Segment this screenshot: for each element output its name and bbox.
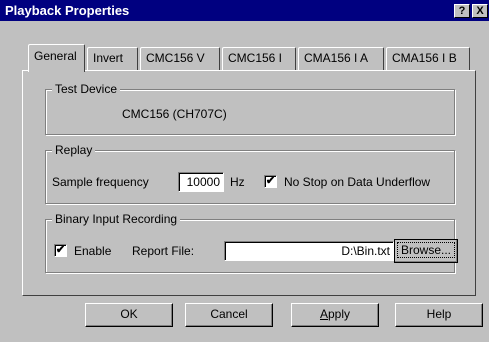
sample-frequency-input[interactable]: 10000: [178, 172, 224, 192]
title-bar[interactable]: Playback Properties ? X: [0, 0, 489, 22]
test-device-group: Test Device CMC156 (CH707C): [45, 82, 455, 135]
test-device-value: CMC156 (CH707C): [122, 107, 227, 121]
enable-label[interactable]: Enable: [74, 244, 111, 258]
tab-cmc156-i[interactable]: CMC156 I: [222, 47, 296, 70]
binary-input-recording-group: Binary Input Recording ✔ Enable Report F…: [45, 212, 458, 273]
apply-button[interactable]: Apply: [291, 303, 379, 327]
close-icon[interactable]: X: [472, 4, 488, 18]
binary-input-group-title: Binary Input Recording: [52, 212, 181, 226]
report-file-label: Report File:: [132, 244, 195, 258]
playback-properties-dialog: Playback Properties ? X General Invert C…: [0, 0, 489, 342]
no-stop-checkbox[interactable]: ✔: [264, 175, 277, 188]
ok-button[interactable]: OK: [85, 303, 173, 327]
tab-invert[interactable]: Invert: [87, 47, 138, 70]
frequency-unit-label: Hz: [230, 175, 245, 189]
no-stop-label[interactable]: No Stop on Data Underflow: [284, 175, 430, 189]
report-file-input[interactable]: D:\Bin.txt: [224, 241, 394, 261]
help-button[interactable]: Help: [395, 303, 483, 327]
apply-label-rest: pply: [328, 307, 351, 321]
tab-cma156-i-a[interactable]: CMA156 I A: [298, 47, 384, 70]
general-tab-panel: Test Device CMC156 (CH707C) Replay Sampl…: [22, 70, 476, 296]
help-icon[interactable]: ?: [454, 4, 470, 18]
apply-accel-char: A: [319, 307, 328, 321]
browse-button[interactable]: Browse...: [394, 239, 458, 263]
sample-frequency-label: Sample frequency: [52, 175, 149, 189]
browse-button-label: Browse...: [396, 242, 455, 258]
tab-cmc156-v[interactable]: CMC156 V: [140, 47, 220, 70]
replay-group-title: Replay: [52, 143, 96, 157]
tab-cma156-i-b[interactable]: CMA156 I B: [386, 47, 470, 70]
enable-checkbox[interactable]: ✔: [54, 244, 67, 257]
test-device-group-title: Test Device: [52, 82, 121, 96]
cancel-button[interactable]: Cancel: [185, 303, 273, 327]
replay-group: Replay Sample frequency 10000 Hz ✔ No St…: [45, 143, 455, 204]
window-title: Playback Properties: [5, 3, 130, 18]
tab-general[interactable]: General: [28, 44, 85, 72]
